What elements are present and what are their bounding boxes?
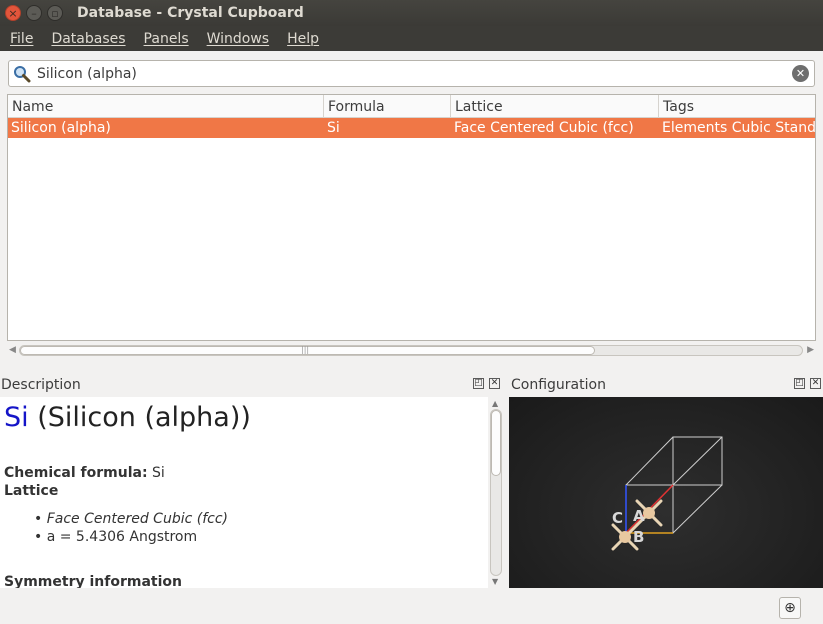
scroll-left-icon[interactable]: ◀ [9,345,16,355]
lattice-label: Lattice [4,483,59,499]
float-icon: ◰ [474,378,483,388]
chemical-formula-line: Chemical formula: Si [4,465,165,481]
description-panel-title: Description [1,377,81,393]
menu-windows[interactable]: Windows [207,31,270,47]
description-content: Si (Silicon (alpha)) Chemical formula: S… [0,397,488,588]
column-header-formula[interactable]: Formula [324,95,451,118]
description-close-button[interactable]: ✕ [489,378,500,389]
scroll-down-icon[interactable]: ▼ [492,577,498,586]
chemical-formula-label: Chemical formula: [4,465,148,481]
crystal-table: Name Formula Lattice Tags Silicon (alpha… [7,94,816,341]
element-symbol: Si [4,402,29,433]
lattice-type-item: • Face Centered Cubic (fcc) [34,511,229,527]
table-horizontal-scrollbar[interactable]: ◀ ||| ▶ [7,343,816,358]
clear-search-icon[interactable]: ✕ [792,65,809,82]
axis-label-a: A [633,507,645,525]
axis-label-c: C [612,509,623,527]
maximize-window-button[interactable]: ▫ [47,5,63,21]
axis-label-b: B [633,528,644,546]
add-panel-button[interactable]: ⊕ [779,597,801,619]
maximize-icon: ▫ [51,6,59,20]
close-window-button[interactable]: × [5,5,21,21]
column-header-tags[interactable]: Tags [659,95,815,118]
lattice-constant-item: • a = 5.4306 Angstrom [34,529,198,545]
title-bar: × – ▫ Database - Crystal Cupboard [0,0,823,26]
scroll-thumb[interactable] [491,410,501,476]
search-bar: ✕ [8,60,815,87]
description-float-button[interactable]: ◰ [473,378,484,389]
close-icon: ✕ [811,378,820,388]
configuration-float-button[interactable]: ◰ [794,378,805,389]
float-icon: ◰ [795,378,804,388]
scroll-up-icon[interactable]: ▲ [492,399,498,408]
cell-tags: Elements Cubic Standa [662,120,815,136]
unit-cell-drawing: C A B [611,436,723,551]
window-title: Database - Crystal Cupboard [77,5,304,21]
menu-databases[interactable]: Databases [51,31,125,47]
crystal-heading-name: (Silicon (alpha)) [28,402,251,433]
column-header-name[interactable]: Name [8,95,324,118]
scroll-right-icon[interactable]: ▶ [807,345,814,355]
close-icon: × [8,6,18,20]
configuration-close-button[interactable]: ✕ [810,378,821,389]
chemical-formula-value: Si [147,465,165,481]
minimize-icon: – [31,6,37,20]
column-header-lattice[interactable]: Lattice [451,95,659,118]
cell-formula: Si [327,120,340,136]
table-header: Name Formula Lattice Tags [8,95,815,118]
menu-bar: File Databases Panels Windows Help [0,26,823,51]
crystal-3d-view[interactable]: C A B [509,397,823,588]
configuration-panel-title: Configuration [511,377,606,393]
cell-lattice: Face Centered Cubic (fcc) [454,120,634,136]
cell-name: Silicon (alpha) [11,120,111,136]
table-row[interactable]: Silicon (alpha) Si Face Centered Cubic (… [8,118,815,138]
menu-help[interactable]: Help [287,31,319,47]
close-icon: ✕ [490,378,499,388]
description-vertical-scrollbar[interactable]: ▲ ▼ [488,397,504,588]
add-icon: ⊕ [784,600,796,616]
symmetry-label: Symmetry information [4,574,182,588]
menu-file[interactable]: File [10,31,33,47]
scroll-grip-icon: ||| [301,345,310,354]
crystal-heading: Si (Silicon (alpha)) [4,402,251,433]
minimize-window-button[interactable]: – [26,5,42,21]
search-input[interactable] [37,65,777,82]
search-icon [13,65,31,83]
menu-panels[interactable]: Panels [144,31,189,47]
